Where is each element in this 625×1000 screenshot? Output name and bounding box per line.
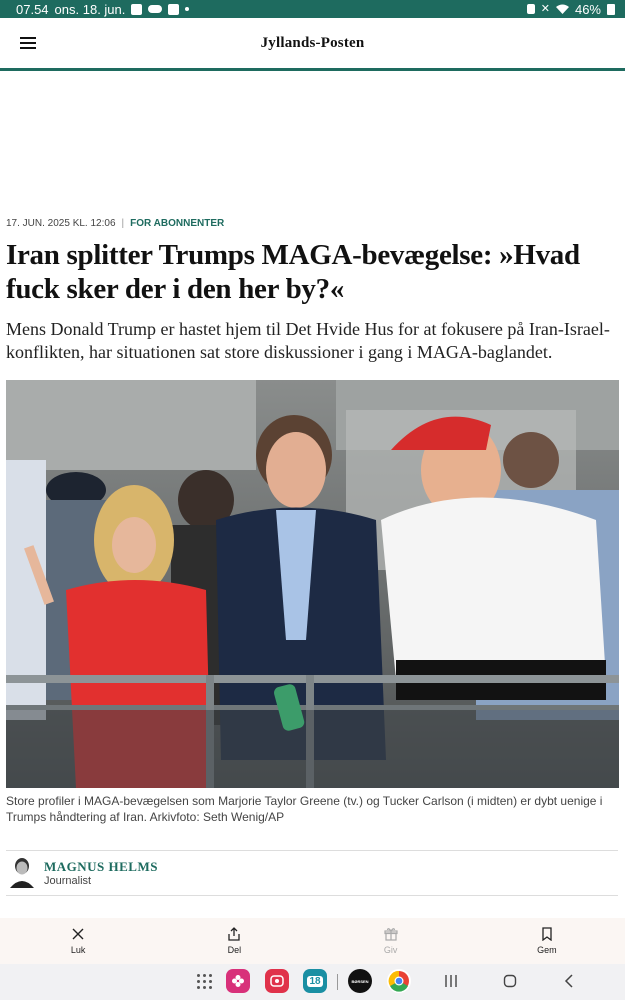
author-divider-top	[6, 850, 618, 851]
dock-separator	[337, 974, 338, 990]
gift-label: Giv	[383, 945, 398, 955]
recent-apps-icon[interactable]	[444, 973, 458, 989]
app-header: Jyllands-Posten	[0, 18, 625, 70]
site-logo[interactable]: Jyllands-Posten	[0, 35, 625, 52]
more-notifications-icon	[185, 7, 190, 11]
author-avatar[interactable]	[8, 856, 36, 888]
home-icon[interactable]	[503, 973, 517, 989]
status-bar: 07.54 ons. 18. jun. ✕ 46%	[0, 0, 625, 18]
calendar-app-icon[interactable]: 18	[303, 969, 327, 993]
share-label: Del	[227, 945, 242, 955]
photo-illustration	[6, 380, 619, 788]
header-divider	[0, 68, 625, 71]
save-label: Gem	[537, 945, 557, 955]
gift-button[interactable]: Giv	[313, 918, 469, 964]
borsen-app-icon[interactable]: BØRSEN	[348, 969, 372, 993]
screen-recorder-icon[interactable]	[265, 969, 289, 993]
gift-icon	[384, 928, 398, 941]
article-headline: Iran splitter Trumps MAGA-bevægelse: »Hv…	[6, 239, 580, 305]
share-icon	[228, 927, 241, 941]
chrome-app-icon[interactable]	[387, 969, 411, 993]
close-button[interactable]: Luk	[0, 918, 156, 964]
article-meta: 17. JUN. 2025 KL. 12:06 | FOR ABONNENTER	[6, 218, 224, 229]
article-action-bar: Luk Del Giv Gem	[0, 918, 625, 964]
status-time: 07.54	[16, 1, 49, 17]
system-nav-bar: 18 BØRSEN	[0, 964, 625, 1000]
borsen-label: BØRSEN	[351, 978, 369, 984]
news-notification-icon	[168, 3, 180, 15]
back-icon[interactable]	[563, 973, 575, 989]
status-date: ons. 18. jun.	[54, 1, 126, 17]
close-label: Luk	[70, 945, 86, 955]
save-button[interactable]: Gem	[469, 918, 625, 964]
bookmark-icon	[542, 927, 552, 941]
author-role: Journalist	[44, 875, 92, 887]
calendar-day: 18	[307, 975, 323, 987]
battery-icon	[607, 3, 615, 15]
battery-level: 46%	[574, 1, 601, 17]
close-icon	[72, 928, 84, 940]
photo-caption: Store profiler i MAGA-bevægelsen som Mar…	[6, 794, 603, 824]
subscriber-tag[interactable]: FOR ABONNENTER	[130, 218, 224, 229]
cloud-icon	[148, 5, 163, 13]
mute-icon: ✕	[540, 2, 550, 15]
wifi-icon	[555, 4, 569, 14]
sim-icon	[526, 4, 535, 14]
calendar-notification-icon	[131, 3, 143, 15]
flower-app-icon[interactable]	[226, 969, 250, 993]
article-lead: Mens Donald Trump er hastet hjem til Det…	[6, 319, 610, 362]
share-button[interactable]: Del	[156, 918, 312, 964]
app-drawer-icon[interactable]	[197, 974, 213, 990]
meta-separator: |	[121, 218, 125, 229]
author-divider-bottom	[6, 895, 618, 896]
article-date: 17. JUN. 2025 KL. 12:06	[6, 218, 116, 229]
author-name[interactable]: MAGNUS HELMS	[44, 859, 158, 875]
article-photo[interactable]	[6, 380, 619, 788]
